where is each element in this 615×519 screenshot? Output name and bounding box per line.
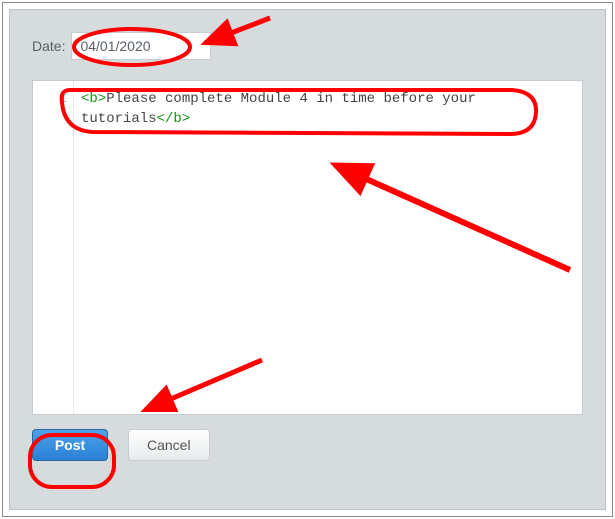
post-button[interactable]: Post	[32, 429, 108, 461]
button-row: Post Cancel	[32, 429, 583, 461]
editor-content[interactable]: <b>Please complete Module 4 in time befo…	[81, 89, 574, 406]
date-row: Date:	[32, 32, 583, 60]
editor-gutter: 1	[33, 81, 73, 414]
open-bold-tag: <b>	[81, 91, 106, 107]
editor-text: Please complete Module 4 in time before …	[81, 91, 484, 127]
form-panel: Date: 1 <b>Please complete Module 4 in t…	[9, 9, 606, 510]
close-bold-tag: </b>	[157, 111, 191, 127]
date-input[interactable]	[71, 32, 211, 60]
line-number: 1	[33, 89, 67, 109]
cancel-button[interactable]: Cancel	[128, 429, 210, 461]
code-editor[interactable]: 1 <b>Please complete Module 4 in time be…	[32, 80, 583, 415]
gutter-separator	[73, 81, 74, 414]
date-label: Date:	[32, 38, 65, 54]
